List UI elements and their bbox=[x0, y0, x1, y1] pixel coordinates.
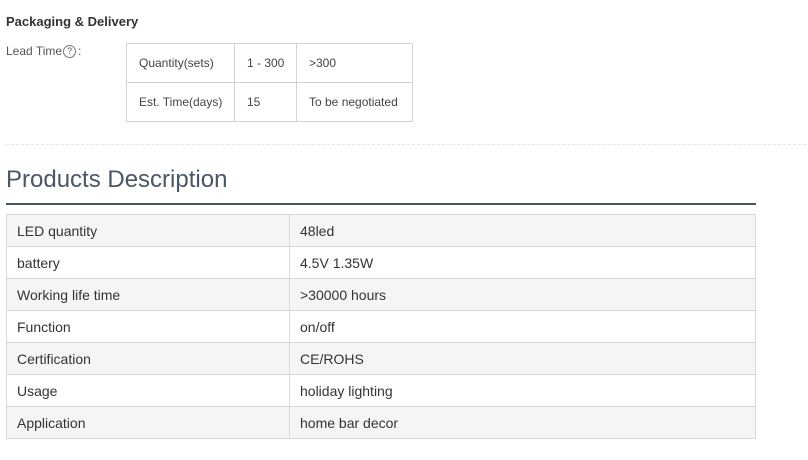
spec-value: CE/ROHS bbox=[289, 342, 756, 375]
table-row: Function on/off bbox=[6, 310, 756, 343]
spec-key: LED quantity bbox=[6, 214, 290, 247]
table-row: Working life time >30000 hours bbox=[6, 278, 756, 311]
table-row: battery 4.5V 1.35W bbox=[6, 246, 756, 279]
table-row: Application home bar decor bbox=[6, 406, 756, 439]
table-row: LED quantity 48led bbox=[6, 214, 756, 247]
lead-time-label: Lead Time ? : bbox=[6, 44, 81, 58]
lead-time-text: Lead Time bbox=[6, 44, 63, 58]
help-icon[interactable]: ? bbox=[63, 44, 77, 58]
table-cell: To be negotiated bbox=[296, 82, 413, 122]
products-description-heading: Products Description bbox=[6, 166, 228, 193]
packaging-delivery-heading: Packaging & Delivery bbox=[6, 14, 139, 29]
lead-time-row: Quantity(sets) 1 - 300 >300 bbox=[126, 43, 413, 83]
spec-value: home bar decor bbox=[289, 406, 756, 439]
spec-key: Function bbox=[6, 310, 290, 343]
lead-time-table: Quantity(sets) 1 - 300 >300 Est. Time(da… bbox=[126, 43, 413, 122]
table-cell: Quantity(sets) bbox=[126, 43, 235, 83]
spec-key: Usage bbox=[6, 374, 290, 407]
spec-value: holiday lighting bbox=[289, 374, 756, 407]
heading-underline bbox=[6, 203, 756, 205]
spec-key: Working life time bbox=[6, 278, 290, 311]
section-divider bbox=[6, 144, 806, 145]
table-cell: 1 - 300 bbox=[234, 43, 297, 83]
table-row: Certification CE/ROHS bbox=[6, 342, 756, 375]
spec-key: battery bbox=[6, 246, 290, 279]
spec-value: >30000 hours bbox=[289, 278, 756, 311]
table-cell: 15 bbox=[234, 82, 297, 122]
spec-key: Application bbox=[6, 406, 290, 439]
product-spec-table: LED quantity 48led battery 4.5V 1.35W Wo… bbox=[6, 214, 756, 439]
spec-value: on/off bbox=[289, 310, 756, 343]
lead-time-row: Est. Time(days) 15 To be negotiated bbox=[126, 82, 413, 122]
table-cell: Est. Time(days) bbox=[126, 82, 235, 122]
lead-time-colon: : bbox=[78, 44, 82, 58]
spec-value: 48led bbox=[289, 214, 756, 247]
spec-key: Certification bbox=[6, 342, 290, 375]
table-row: Usage holiday lighting bbox=[6, 374, 756, 407]
spec-value: 4.5V 1.35W bbox=[289, 246, 756, 279]
table-cell: >300 bbox=[296, 43, 413, 83]
